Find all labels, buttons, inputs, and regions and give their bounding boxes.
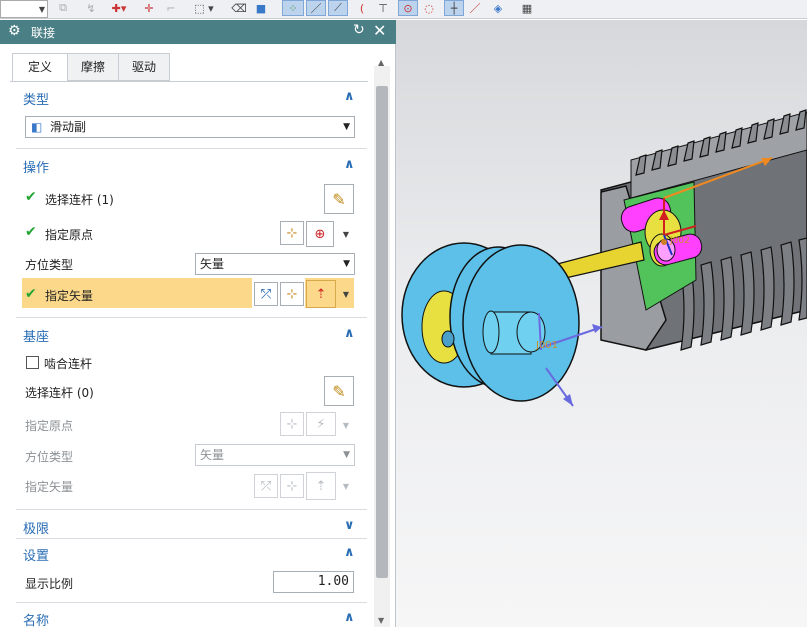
check-icon: ✔ <box>25 189 37 205</box>
expand-limits-icon[interactable]: ∨ <box>344 518 355 533</box>
dialog-titlebar: ⚙ 联接 ↻ ✕ <box>0 20 396 44</box>
add-point-icon[interactable]: ✚▾ <box>104 0 134 16</box>
collapse-settings-icon[interactable]: ∧ <box>344 545 355 560</box>
collapse-type-icon[interactable]: ∧ <box>344 89 355 104</box>
collapse-name-icon[interactable]: ∧ <box>344 610 355 625</box>
toolbar-disabled-icon[interactable]: ⧉ <box>52 0 74 16</box>
base-point-dropdown-arrow[interactable]: ▼ <box>339 413 353 437</box>
center-snap-icon[interactable]: ⊙ <box>398 0 418 16</box>
select-link-label: 选择连杆 (1) <box>45 193 114 207</box>
section-operation-header[interactable]: 操作 <box>23 157 49 176</box>
specify-vector-label: 指定矢量 <box>45 289 94 303</box>
base-specify-vector-label: 指定矢量 <box>25 480 74 494</box>
display-scale-input[interactable]: 1.00 <box>273 571 354 593</box>
chevron-down-icon: ▼ <box>343 122 350 132</box>
vector-dialog-button[interactable]: ⊹ <box>280 282 304 306</box>
orientation-type-value: 矢量 <box>200 257 225 271</box>
snap-link-label: 啮合连杆 <box>44 357 93 371</box>
close-icon[interactable]: ✕ <box>373 21 386 40</box>
pencil-icon: ✎ <box>332 381 346 401</box>
tab-definition[interactable]: 定义 <box>12 53 68 82</box>
point-dialog-button[interactable]: ⊹ <box>280 221 304 245</box>
dialog-title: 联接 <box>31 26 56 40</box>
section-separator <box>16 538 367 539</box>
pencil-icon: ✎ <box>332 189 346 209</box>
toolbar-disabled-icon-3[interactable]: ⌐ <box>162 0 180 16</box>
top-toolbar: ▼ ⧉ ↯ ✚▾ ✛ ⌐ ⬚ ▾ ⌫ ■ ⁘ ／ ⟋ ( ⊤ ⊙ ◌ ┼ ／ ◈… <box>0 0 807 19</box>
scrollbar-thumb[interactable] <box>376 86 388 578</box>
base-orientation-type-value: 矢量 <box>200 448 225 462</box>
intersection-icon[interactable]: ┼ <box>444 0 464 16</box>
endpoint-snap-icon[interactable]: ⟋ <box>328 0 348 16</box>
reset-icon[interactable]: ↻ <box>353 22 365 38</box>
base-select-link-button[interactable]: ✎ <box>324 376 354 406</box>
tab-friction[interactable]: 摩擦 <box>67 53 119 81</box>
base-orientation-type-select[interactable]: 矢量 ▼ <box>195 444 355 466</box>
select-link-button[interactable]: ✎ <box>324 184 354 214</box>
line-point-icon[interactable]: ／ <box>466 0 484 16</box>
snap-link-checkbox[interactable] <box>26 356 39 369</box>
model-render: J001 J002 <box>401 109 807 407</box>
face-icon[interactable]: ◈ <box>488 0 508 16</box>
cube-icon[interactable]: ■ <box>252 0 270 16</box>
graphics-viewport[interactable]: J001 J002 <box>396 20 807 627</box>
toolbar-disabled-icon-2[interactable]: ↯ <box>82 0 100 16</box>
joint-label-j002: J002 <box>669 236 690 246</box>
scroll-down-arrow[interactable]: ▼ <box>378 616 384 625</box>
chevron-down-icon: ▼ <box>343 259 350 269</box>
section-limits-header[interactable]: 极限 <box>23 518 49 537</box>
specify-origin-label: 指定原点 <box>45 228 94 242</box>
section-type-header[interactable]: 类型 <box>23 89 49 108</box>
point-dropdown-arrow[interactable]: ▼ <box>339 222 353 246</box>
section-separator <box>16 317 367 318</box>
section-separator <box>16 509 367 510</box>
base-orientation-type-label: 方位类型 <box>25 450 74 464</box>
tab-drive[interactable]: 驱动 <box>118 53 170 81</box>
joint-type-select[interactable]: ◧ 滑动副 ▼ <box>25 116 355 138</box>
base-reverse-direction-button[interactable]: ⤱ <box>254 474 278 498</box>
base-vector-dialog-button[interactable]: ⊹ <box>280 474 304 498</box>
section-base-header[interactable]: 基座 <box>23 326 49 345</box>
inferred-vector-button[interactable]: ⇡ <box>306 280 336 308</box>
eraser-icon[interactable]: ⌫ <box>230 0 248 16</box>
display-scale-label: 显示比例 <box>25 577 74 591</box>
joint-label-j001: J001 <box>535 340 558 351</box>
vector-dropdown-arrow[interactable]: ▼ <box>339 282 353 306</box>
base-specify-origin-label: 指定原点 <box>25 419 74 433</box>
snap-points-icon[interactable]: ⁘ <box>282 0 304 16</box>
base-select-link-label: 选择连杆 (0) <box>25 386 94 400</box>
check-icon: ✔ <box>25 286 37 302</box>
orientation-type-select[interactable]: 矢量 ▼ <box>195 253 355 275</box>
base-point-snap-button[interactable]: ⚡ <box>306 412 336 436</box>
crosshair-icon[interactable]: ✛ <box>140 0 158 16</box>
line-snap-icon[interactable]: ／ <box>306 0 326 16</box>
slider-joint-icon: ◧ <box>31 120 43 134</box>
selection-box-icon[interactable]: ⬚ ▾ <box>186 0 222 16</box>
toolbar-dropdown[interactable]: ▼ <box>0 0 48 18</box>
base-vector-dropdown-arrow[interactable]: ▼ <box>339 474 353 498</box>
check-icon: ✔ <box>25 224 37 240</box>
scroll-up-arrow[interactable]: ▲ <box>378 58 384 67</box>
gear-icon[interactable]: ⚙ <box>8 23 21 39</box>
joint-dialog: ⚙ 联接 ↻ ✕ 定义 摩擦 驱动 类型 ∧ ◧ 滑动副 ▼ 操作 ∧ ✔ 选择… <box>0 20 396 629</box>
section-separator <box>16 148 367 149</box>
tab-divider <box>10 81 368 82</box>
chevron-down-icon: ▼ <box>343 450 350 460</box>
section-settings-header[interactable]: 设置 <box>23 545 49 564</box>
reverse-direction-button[interactable]: ⤱ <box>254 282 278 306</box>
orientation-type-label: 方位类型 <box>25 258 74 272</box>
base-point-dialog-button[interactable]: ⊹ <box>280 412 304 436</box>
point-snap-button[interactable]: ⊕ <box>306 221 334 247</box>
arc-icon[interactable]: ( <box>354 0 370 16</box>
circle-point-icon[interactable]: ◌ <box>420 0 438 16</box>
tangent-icon[interactable]: ⊤ <box>374 0 392 16</box>
grid-icon[interactable]: ▦ <box>518 0 536 16</box>
collapse-operation-icon[interactable]: ∧ <box>344 157 355 172</box>
joint-type-value: 滑动副 <box>50 120 87 134</box>
base-inferred-vector-button[interactable]: ⇡ <box>306 472 336 500</box>
section-name-header[interactable]: 名称 <box>23 610 49 629</box>
section-separator <box>16 602 367 603</box>
collapse-base-icon[interactable]: ∧ <box>344 326 355 341</box>
